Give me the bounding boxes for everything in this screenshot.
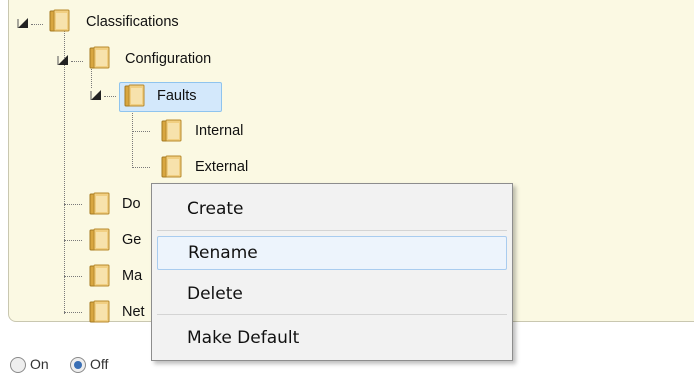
folder-icon bbox=[89, 264, 111, 288]
tree-node-partial[interactable]: Ge bbox=[119, 230, 144, 250]
tree-guide-line bbox=[64, 30, 65, 314]
folder-icon bbox=[161, 119, 183, 143]
tree-guide-line bbox=[104, 96, 116, 97]
tree-guide-line bbox=[31, 24, 43, 25]
tree-guide-line bbox=[64, 276, 82, 277]
menu-separator bbox=[157, 314, 507, 315]
tree-node-configuration[interactable]: Configuration bbox=[122, 49, 214, 69]
collapse-arrow-icon[interactable] bbox=[89, 88, 101, 102]
tree-node-partial[interactable]: Ma bbox=[119, 266, 145, 286]
folder-icon bbox=[124, 84, 146, 108]
menu-item-create[interactable]: Create bbox=[157, 193, 507, 227]
folder-icon bbox=[89, 46, 111, 70]
menu-item-make-default[interactable]: Make Default bbox=[157, 322, 507, 356]
radio-off[interactable] bbox=[70, 357, 86, 373]
tree-node-external[interactable]: External bbox=[192, 157, 251, 177]
menu-item-delete[interactable]: Delete bbox=[157, 278, 507, 312]
context-menu: Create Rename Delete Make Default bbox=[151, 183, 513, 361]
folder-icon bbox=[89, 192, 111, 216]
menu-separator bbox=[157, 230, 507, 231]
tree-guide-line bbox=[71, 61, 83, 62]
folder-icon bbox=[89, 228, 111, 252]
tree-guide-line bbox=[132, 131, 150, 132]
folder-icon bbox=[49, 9, 71, 33]
tree-node-partial[interactable]: Net bbox=[119, 302, 148, 322]
folder-icon bbox=[161, 155, 183, 179]
tree-node-classifications[interactable]: Classifications bbox=[83, 12, 182, 32]
radio-on[interactable] bbox=[10, 357, 26, 373]
tree-node-faults[interactable]: Faults bbox=[154, 86, 200, 106]
tree-guide-line bbox=[132, 167, 150, 168]
radio-off-label: Off bbox=[90, 356, 109, 372]
tree-guide-line bbox=[64, 240, 82, 241]
collapse-arrow-icon[interactable] bbox=[56, 53, 68, 67]
tree-guide-line bbox=[64, 204, 82, 205]
tree-node-internal[interactable]: Internal bbox=[192, 121, 246, 141]
collapse-arrow-icon[interactable] bbox=[16, 16, 28, 30]
tree-guide-line bbox=[64, 312, 82, 313]
radio-on-label: On bbox=[30, 356, 49, 372]
folder-icon bbox=[89, 300, 111, 324]
tree-node-partial[interactable]: Do bbox=[119, 194, 144, 214]
tree-guide-line bbox=[132, 104, 133, 168]
menu-item-rename[interactable]: Rename bbox=[157, 236, 507, 270]
